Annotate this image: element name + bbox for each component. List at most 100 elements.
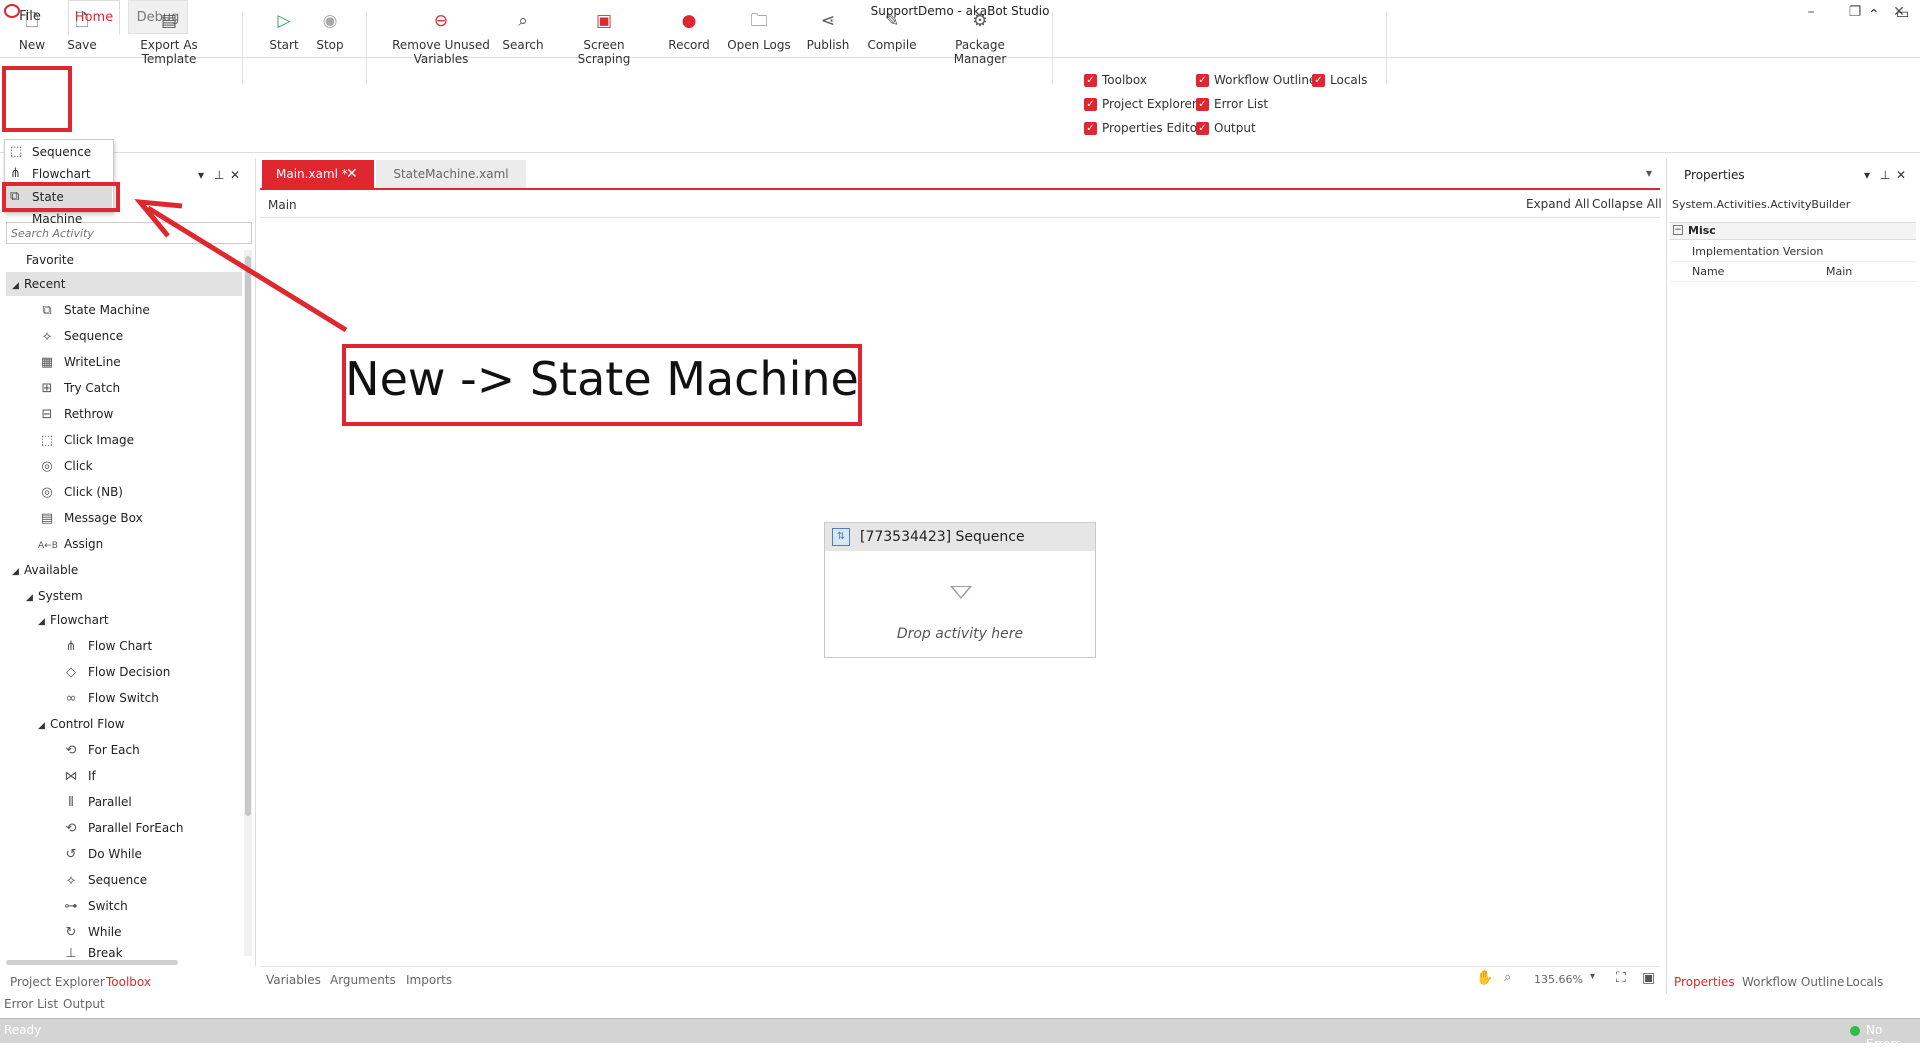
collapse-ribbon-icon[interactable]: ⌃	[1868, 7, 1880, 23]
screen-scraping-button[interactable]: ▣ Screen Scraping	[558, 10, 650, 66]
list-item[interactable]: ▦ WriteLine	[38, 350, 121, 374]
ribbon-separator	[1052, 12, 1053, 84]
panel-menu-icon[interactable]: ▾	[198, 168, 204, 182]
toolbox-recent[interactable]: ◢ Recent	[12, 272, 65, 296]
toolbox-toggle[interactable]: ✓ Toolbox	[1084, 73, 1147, 87]
list-item[interactable]: ⊶ Switch	[62, 894, 128, 918]
tab-statemachine-xaml[interactable]: StateMachine.xaml	[376, 160, 526, 188]
toolbox-system[interactable]: ◢ System	[26, 584, 83, 608]
list-item[interactable]: ▤ Message Box	[38, 506, 143, 530]
toolbox-control-flow-group[interactable]: ◢ Control Flow	[38, 712, 125, 736]
zoom-icon[interactable]: ⌕	[1504, 970, 1511, 985]
panel-menu-icon[interactable]: ▾	[1864, 168, 1870, 182]
toolbox-flowchart-group[interactable]: ◢ Flowchart	[38, 608, 109, 632]
checkbox-checked-icon: ✓	[1084, 121, 1097, 135]
overview-map-icon[interactable]: ▣	[1642, 970, 1655, 986]
record-button[interactable]: ● Record	[664, 10, 714, 52]
list-item[interactable]: ⟲ Parallel ForEach	[62, 816, 184, 840]
property-row[interactable]: Implementation Version	[1670, 242, 1916, 262]
list-item[interactable]: ↺ Do While	[62, 842, 142, 866]
compile-button[interactable]: ✎ Compile	[864, 10, 920, 52]
minimize-button[interactable]: –	[1796, 2, 1826, 22]
toolbox-horizontal-scrollbar[interactable]	[6, 960, 178, 965]
list-item[interactable]: ⟡ Sequence	[62, 868, 148, 892]
list-item[interactable]: ⫴ Parallel	[62, 790, 131, 814]
tab-imports[interactable]: Imports	[406, 973, 452, 987]
tab-variables[interactable]: Variables	[266, 973, 321, 987]
list-item[interactable]: ⋈ If	[62, 764, 96, 788]
sequence-icon: ⇅	[832, 528, 850, 546]
collapse-all-link[interactable]: Collapse All	[1592, 197, 1662, 211]
tab-workflow-outline[interactable]: Workflow Outline	[1742, 975, 1844, 989]
feedback-icon[interactable]: ▭	[1896, 6, 1909, 22]
breadcrumb[interactable]: Main	[268, 198, 297, 212]
toolbox-available[interactable]: ◢ Available	[12, 558, 78, 582]
expand-all-link[interactable]: Expand All	[1526, 197, 1590, 211]
close-panel-icon[interactable]: ✕	[230, 168, 240, 182]
list-item[interactable]: ⊟ Rethrow	[38, 402, 114, 426]
property-value[interactable]: Main	[1826, 265, 1852, 278]
pin-icon[interactable]: ⊥	[214, 168, 224, 182]
save-button[interactable]: 🗋 Save	[62, 10, 102, 52]
search-button[interactable]: ⌕ Search	[500, 10, 546, 52]
open-logs-button[interactable]: 🗀 Open Logs	[726, 10, 792, 52]
fit-to-screen-icon[interactable]: ⛶	[1616, 970, 1626, 986]
error-count[interactable]: No Errors	[1866, 1023, 1920, 1051]
toolbox-scrollbar-thumb[interactable]	[245, 256, 251, 816]
play-icon: ▷	[277, 11, 291, 31]
list-item[interactable]: ⬚ Click Image	[38, 428, 134, 452]
tab-toolbox[interactable]: Toolbox	[106, 975, 151, 989]
package-manager-button[interactable]: ⚙ Package Manager	[928, 10, 1032, 66]
menu-item-flowchart[interactable]: ⋔ Flowchart	[4, 163, 112, 179]
menu-item-sequence[interactable]: ⬚ Sequence	[4, 141, 112, 163]
list-item[interactable]: ◎ Click (NB)	[38, 480, 123, 504]
workflow-outline-toggle[interactable]: ✓ Workflow Outline	[1196, 73, 1316, 87]
close-panel-icon[interactable]: ✕	[1896, 168, 1906, 182]
screen-scraping-icon: ▣	[595, 11, 613, 31]
property-row[interactable]: Name Main	[1670, 262, 1916, 282]
sequence-icon: ⬚	[10, 144, 23, 159]
pan-hand-icon[interactable]: ✋	[1476, 970, 1493, 986]
properties-editor-toggle[interactable]: ✓ Properties Editor	[1084, 121, 1202, 135]
list-item[interactable]: ⋔ Flow Chart	[62, 634, 153, 658]
zoom-level[interactable]: 135.66%	[1534, 973, 1583, 986]
list-item[interactable]: ⊥ Break	[62, 946, 122, 958]
list-item[interactable]: ⟡ Sequence	[38, 324, 124, 348]
start-button[interactable]: ▷ Start	[264, 10, 304, 52]
locals-toggle[interactable]: ✓ Locals	[1312, 73, 1367, 87]
remove-unused-variables-button[interactable]: ⊖ Remove Unused Variables	[392, 10, 490, 66]
list-item[interactable]: ⟲ For Each	[62, 738, 140, 762]
collapse-category-icon[interactable]: −	[1673, 225, 1683, 235]
restore-button[interactable]: ❐	[1840, 2, 1870, 22]
pin-icon[interactable]: ⊥	[1880, 168, 1890, 182]
tab-arguments[interactable]: Arguments	[330, 973, 396, 987]
highlight-state-machine-item	[2, 182, 120, 212]
while-icon: ↻	[65, 925, 77, 940]
document-list-icon[interactable]: ▾	[1646, 166, 1652, 180]
list-item[interactable]: ◎ Click	[38, 454, 92, 478]
list-item[interactable]: ⧉ State Machine	[38, 298, 149, 322]
stop-button[interactable]: ◉ Stop	[310, 10, 350, 52]
tab-project-explorer[interactable]: Project Explorer	[10, 975, 105, 989]
list-item[interactable]: ⊞ Try Catch	[38, 376, 121, 400]
close-tab-icon[interactable]: ✕	[346, 160, 366, 188]
publish-button[interactable]: ⋖ Publish	[802, 10, 854, 52]
project-explorer-toggle[interactable]: ✓ Project Explorer	[1084, 97, 1197, 111]
breadcrumb-bar	[260, 192, 1660, 218]
click-icon: ◎	[41, 459, 53, 474]
new-button[interactable]: 🗋 New	[12, 10, 52, 52]
output-toggle[interactable]: ✓ Output	[1196, 121, 1256, 135]
error-list-toggle[interactable]: ✓ Error List	[1196, 97, 1268, 111]
list-item[interactable]: A←B Assign	[38, 532, 103, 556]
list-item[interactable]: ∞ Flow Switch	[62, 686, 159, 710]
writeline-icon: ▦	[40, 355, 54, 370]
tab-error-list[interactable]: Error List	[4, 997, 58, 1011]
export-template-button[interactable]: ▤ Export As Template	[116, 10, 222, 66]
tab-output[interactable]: Output	[63, 997, 105, 1011]
toolbox-favorite[interactable]: Favorite	[26, 248, 74, 272]
list-item[interactable]: ↻ While	[62, 920, 122, 944]
zoom-dropdown-icon[interactable]: ▾	[1590, 971, 1595, 982]
list-item[interactable]: ◇ Flow Decision	[62, 660, 170, 684]
tab-properties[interactable]: Properties	[1674, 975, 1735, 989]
tab-locals[interactable]: Locals	[1846, 975, 1883, 989]
